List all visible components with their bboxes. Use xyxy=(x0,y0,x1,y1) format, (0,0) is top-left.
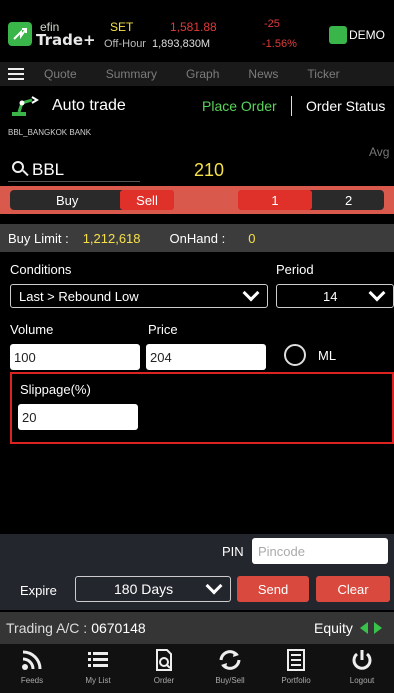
tab-order-label: Order xyxy=(153,676,175,685)
price-input[interactable]: 204 xyxy=(146,344,266,370)
buy-label: Buy xyxy=(56,192,79,208)
last-price: 210 xyxy=(194,160,225,180)
send-button[interactable]: Send xyxy=(237,576,309,602)
clear-button[interactable]: Clear xyxy=(316,576,390,602)
demo-logo-icon xyxy=(329,26,347,44)
conditions-select[interactable]: Last > Rebound Low xyxy=(10,284,268,308)
tab-logout[interactable]: Logout xyxy=(332,646,392,692)
period-value: 14 xyxy=(323,288,338,304)
expire-value: 180 Days xyxy=(114,581,174,597)
tab-divider xyxy=(291,96,292,116)
side-selector-bar: Buy Sell 2 1 xyxy=(0,186,394,214)
volume-input[interactable]: 100 xyxy=(10,344,140,370)
nav-ticker[interactable]: Ticker xyxy=(307,67,339,81)
index-value: 1,581.88 xyxy=(170,20,217,34)
lot-1-label: 1 xyxy=(271,192,279,208)
limit-bar: Buy Limit : 1,212,618 OnHand : 0 xyxy=(0,224,394,252)
symbol-search-field[interactable]: BBL xyxy=(8,158,140,182)
period-label: Period xyxy=(276,262,314,277)
ml-radio[interactable] xyxy=(284,344,306,366)
account-switch-arrows-icon[interactable] xyxy=(360,622,388,634)
bottom-tab-bar: Feeds My List Order Buy/Sell Portfolio L… xyxy=(0,644,394,693)
chevron-down-icon xyxy=(205,577,223,595)
index-change-pct: -1.56% xyxy=(262,38,297,50)
volume-label: Volume xyxy=(10,322,54,337)
buy-limit-label: Buy Limit : xyxy=(8,230,69,246)
account-bar: Trading A/C : 0670148 Equity xyxy=(0,612,394,644)
market-volume: 1,893,830M xyxy=(152,38,211,50)
market-name: SET xyxy=(110,20,134,34)
document-icon xyxy=(156,649,172,671)
chevron-down-icon xyxy=(368,284,386,302)
symbol-row: BBL 210 xyxy=(8,158,386,184)
list-icon xyxy=(88,652,108,667)
buy-limit-value: 1,212,618 xyxy=(82,230,141,246)
account-type: Equity xyxy=(314,620,353,636)
chevron-down-icon xyxy=(242,284,260,302)
slippage-label: Slippage(%) xyxy=(20,382,91,397)
period-select[interactable]: 14 xyxy=(276,284,394,308)
tab-feeds-label: Feeds xyxy=(20,676,44,685)
tab-feeds[interactable]: Feeds xyxy=(2,646,62,692)
tab-my-list-label: My List xyxy=(85,676,111,685)
sell-label: Sell xyxy=(136,192,158,208)
tab-portfolio[interactable]: Portfolio xyxy=(266,646,326,692)
power-icon xyxy=(352,650,372,670)
nav-quote[interactable]: Quote xyxy=(44,67,77,81)
logo-arrow-icon xyxy=(8,22,32,46)
expire-select[interactable]: 180 Days xyxy=(75,576,231,602)
nav-graph[interactable]: Graph xyxy=(186,67,219,81)
ml-label: ML xyxy=(318,348,337,363)
onhand-value: 0 xyxy=(248,230,256,246)
account-number: 0670148 xyxy=(91,620,146,636)
brand-main: Trade+ xyxy=(36,31,96,49)
top-nav: Quote Summary Graph News Ticker xyxy=(0,62,394,86)
bank-name: BBL_BANGKOK BANK xyxy=(8,128,92,137)
account-label: Trading A/C : xyxy=(6,620,88,636)
autotrade-header: Auto trade Place Order Order Status xyxy=(0,88,394,124)
rss-icon xyxy=(22,650,42,670)
lot-1-toggle[interactable]: 1 xyxy=(238,190,312,210)
menu-icon[interactable] xyxy=(8,65,24,83)
tab-my-list[interactable]: My List xyxy=(68,646,128,692)
pin-input[interactable]: Pincode xyxy=(252,538,388,564)
pin-label: PIN xyxy=(222,544,244,559)
market-header: efin Trade+ SET Off-Hour 1,581.88 1,893,… xyxy=(0,0,394,58)
avg-label: Avg xyxy=(369,145,390,159)
tab-buy-sell[interactable]: Buy/Sell xyxy=(200,646,260,692)
condition-value: Last > Rebound Low xyxy=(19,288,139,304)
sell-toggle[interactable]: Sell xyxy=(120,190,174,210)
nav-news[interactable]: News xyxy=(248,67,278,81)
lot-2-label[interactable]: 2 xyxy=(345,193,352,208)
tab-place-order[interactable]: Place Order xyxy=(202,98,277,114)
tab-order[interactable]: Order xyxy=(134,646,194,692)
portfolio-icon xyxy=(287,649,305,671)
app-logo: efin Trade+ xyxy=(8,18,98,50)
tab-order-status[interactable]: Order Status xyxy=(306,98,385,114)
page-title: Auto trade xyxy=(52,97,126,114)
index-change: -25 xyxy=(264,18,280,30)
tab-portfolio-label: Portfolio xyxy=(281,676,311,685)
demo-label: DEMO xyxy=(349,28,385,42)
nav-summary[interactable]: Summary xyxy=(106,67,157,81)
swap-icon xyxy=(219,650,241,670)
tab-buy-sell-label: Buy/Sell xyxy=(215,676,245,685)
demo-badge[interactable]: DEMO xyxy=(329,24,385,46)
onhand-label: OnHand : xyxy=(169,230,226,246)
price-label: Price xyxy=(148,322,178,337)
search-icon xyxy=(12,160,30,179)
expire-label: Expire xyxy=(20,583,57,598)
tab-logout-label: Logout xyxy=(349,676,375,685)
market-status: Off-Hour xyxy=(104,38,146,50)
symbol-value: BBL xyxy=(32,159,65,179)
slippage-input[interactable]: 20 xyxy=(18,404,138,430)
conditions-label: Conditions xyxy=(10,262,72,277)
robot-arm-icon xyxy=(12,96,39,116)
